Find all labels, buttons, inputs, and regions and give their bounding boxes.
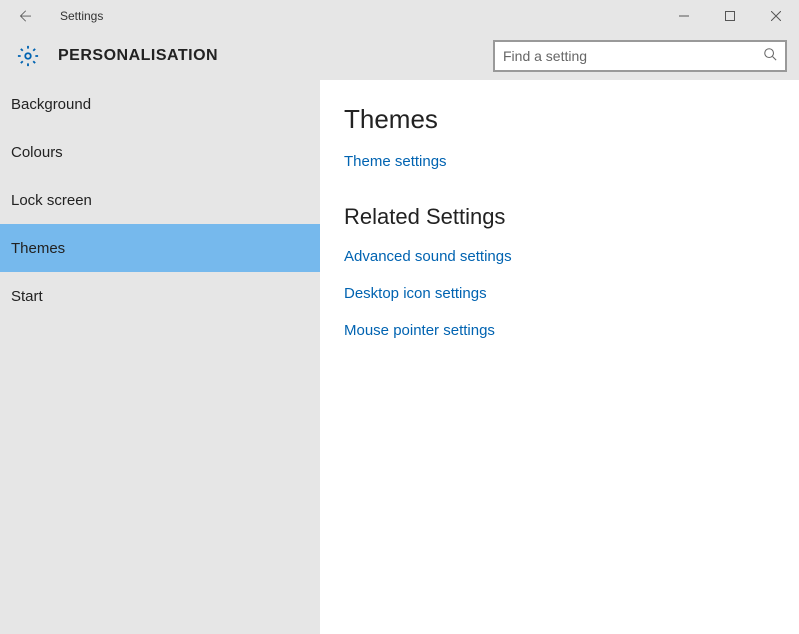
sidebar-item-lock-screen[interactable]: Lock screen: [0, 176, 320, 224]
sidebar-item-colours[interactable]: Colours: [0, 128, 320, 176]
sidebar-item-background[interactable]: Background: [0, 80, 320, 128]
gear-icon: [17, 45, 39, 67]
related-heading: Related Settings: [344, 204, 799, 230]
window-title: Settings: [60, 9, 103, 23]
link-desktop-icon-settings[interactable]: Desktop icon settings: [344, 285, 799, 302]
sidebar: Background Colours Lock screen Themes St…: [0, 80, 320, 634]
sidebar-item-label: Themes: [11, 240, 65, 257]
minimize-icon: [679, 11, 689, 21]
body: Background Colours Lock screen Themes St…: [0, 80, 799, 634]
window-controls: [661, 0, 799, 32]
link-theme-settings[interactable]: Theme settings: [344, 153, 799, 170]
close-icon: [771, 11, 781, 21]
sidebar-item-label: Lock screen: [11, 192, 92, 209]
titlebar: Settings: [0, 0, 799, 32]
maximize-icon: [725, 11, 735, 21]
arrow-left-icon: [17, 9, 31, 23]
search-box[interactable]: [493, 40, 787, 72]
close-button[interactable]: [753, 0, 799, 32]
content-heading: Themes: [344, 104, 799, 135]
link-mouse-pointer-settings[interactable]: Mouse pointer settings: [344, 322, 799, 339]
link-advanced-sound-settings[interactable]: Advanced sound settings: [344, 248, 799, 265]
settings-gear[interactable]: [8, 45, 48, 67]
sidebar-item-label: Start: [11, 288, 43, 305]
header: PERSONALISATION: [0, 32, 799, 80]
sidebar-item-label: Background: [11, 96, 91, 113]
maximize-button[interactable]: [707, 0, 753, 32]
sidebar-item-themes[interactable]: Themes: [0, 224, 320, 272]
search-input[interactable]: [503, 48, 763, 64]
sidebar-item-start[interactable]: Start: [0, 272, 320, 320]
back-button[interactable]: [0, 0, 48, 32]
sidebar-item-label: Colours: [11, 144, 63, 161]
search-icon: [763, 47, 777, 66]
page-title: PERSONALISATION: [58, 47, 218, 65]
minimize-button[interactable]: [661, 0, 707, 32]
content: Themes Theme settings Related Settings A…: [320, 80, 799, 634]
